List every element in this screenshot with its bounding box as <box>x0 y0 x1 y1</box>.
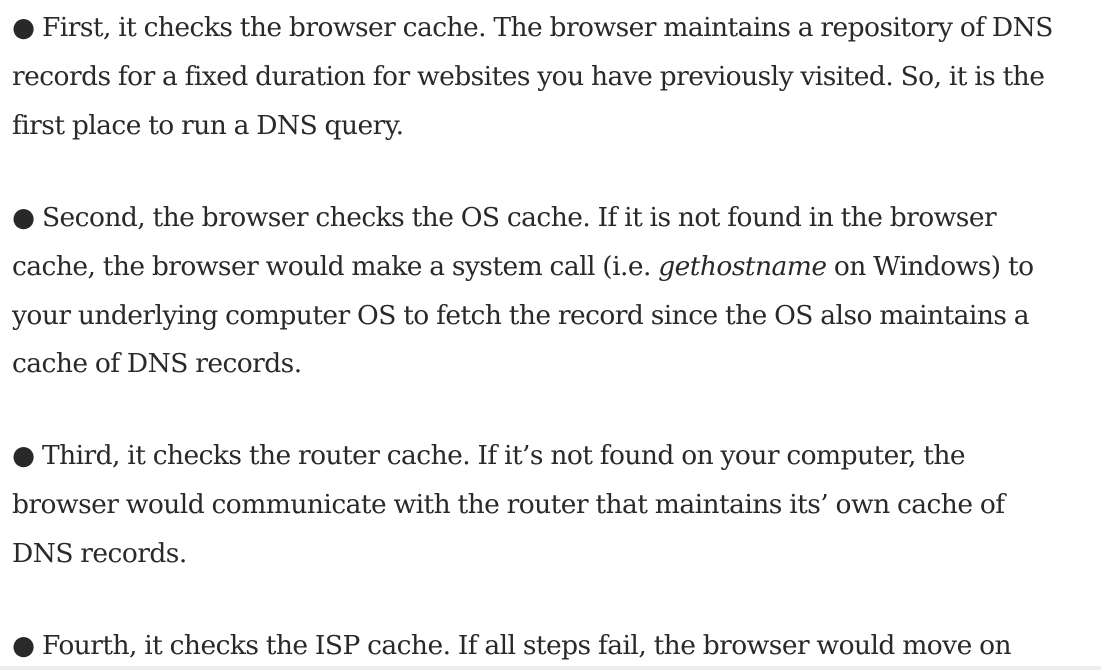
paragraph-os-cache: ● Second, the browser checks the OS cach… <box>12 194 1072 390</box>
gethostname-emphasis: gethostname <box>658 250 827 282</box>
paragraph-browser-cache: ● First, it checks the browser cache. Th… <box>12 12 1053 141</box>
paragraph-isp-cache: ● Fourth, it checks the ISP cache. If al… <box>12 630 1012 662</box>
bottom-divider <box>0 666 1101 670</box>
article-body: ● First, it checks the browser cache. Th… <box>12 4 1072 671</box>
paragraph-router-cache: ● Third, it checks the router cache. If … <box>12 440 1005 570</box>
